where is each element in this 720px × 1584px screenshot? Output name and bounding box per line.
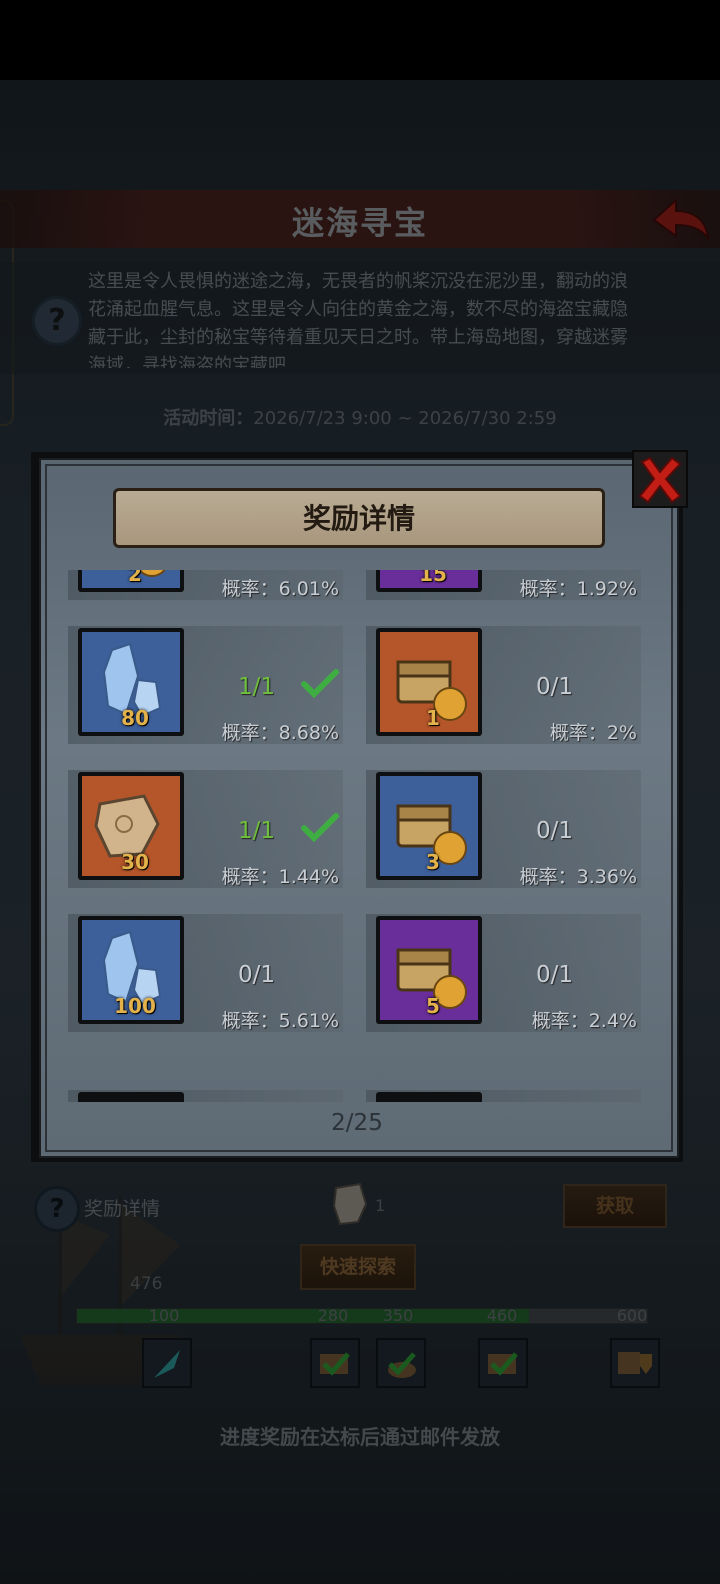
reward-progress: 0/1: [536, 962, 574, 988]
reward-icon-frame[interactable]: 30: [78, 772, 184, 880]
reward-icon-bg: 80: [82, 632, 180, 732]
reward-grid[interactable]: 20/1概率：6.01%150/1概率：1.92%801/1概率：8.68%10…: [60, 570, 650, 1102]
reward-rate: 概率：6.01%: [221, 578, 339, 600]
reward-icon-frame[interactable]: 80: [78, 628, 184, 736]
reward-rate: 概率：3.36%: [519, 866, 637, 888]
modal-title: 奖励详情: [302, 502, 415, 535]
reward-icon-bg: 15: [380, 570, 478, 588]
reward-count: 80: [121, 706, 149, 730]
page-indicator: 2/25: [331, 1110, 383, 1136]
reward-icon-frame: [376, 1092, 482, 1102]
reward-icon-bg: 3: [380, 776, 478, 876]
reward-card[interactable]: 100 0/1 概率：5.61%: [68, 914, 343, 1032]
reward-count: 2: [128, 570, 142, 586]
reward-card[interactable]: 3 0/1 概率：3.36%: [366, 770, 641, 888]
reward-card[interactable]: 20/1概率：6.01%: [68, 570, 343, 600]
reward-count: 3: [426, 850, 440, 874]
reward-rate: 概率：2.4%: [531, 1010, 637, 1032]
reward-icon-bg: 1: [380, 632, 478, 732]
reward-card-partial: [366, 1090, 641, 1102]
reward-icon-frame[interactable]: 15: [376, 570, 482, 592]
close-button[interactable]: [632, 450, 688, 508]
reward-icon-frame[interactable]: 100: [78, 916, 184, 1024]
reward-card[interactable]: 30 1/1 概率：1.44%: [68, 770, 343, 888]
reward-count: 5: [426, 994, 440, 1018]
reward-count: 30: [121, 850, 149, 874]
reward-progress: 1/1: [238, 674, 276, 700]
close-icon: [638, 456, 682, 504]
check-icon: [301, 669, 339, 699]
reward-icon-bg: 30: [82, 776, 180, 876]
reward-progress: 0/1: [536, 674, 574, 700]
reward-card-partial: [68, 1090, 343, 1102]
reward-card[interactable]: 1 0/1 概率：2%: [366, 626, 641, 744]
reward-rate: 概率：1.92%: [519, 578, 637, 600]
reward-card[interactable]: 5 0/1 概率：2.4%: [366, 914, 641, 1032]
reward-count: 100: [114, 994, 156, 1018]
reward-rate: 概率：8.68%: [221, 722, 339, 744]
reward-icon-bg: 100: [82, 920, 180, 1020]
reward-icon-bg: 5: [380, 920, 478, 1020]
reward-count: 1: [426, 706, 440, 730]
check-icon: [301, 813, 339, 843]
reward-icon-frame[interactable]: 3: [376, 772, 482, 880]
reward-card[interactable]: 80 1/1 概率：8.68%: [68, 626, 343, 744]
reward-icon-frame[interactable]: 1: [376, 628, 482, 736]
reward-rate: 概率：1.44%: [221, 866, 339, 888]
reward-icon-frame[interactable]: 2: [78, 570, 184, 592]
reward-rate: 概率：2%: [549, 722, 637, 744]
reward-icon-bg: 2: [82, 570, 180, 588]
reward-progress: 1/1: [238, 818, 276, 844]
reward-icon-frame: [78, 1092, 184, 1102]
reward-progress: 0/1: [536, 818, 574, 844]
reward-icon-frame[interactable]: 5: [376, 916, 482, 1024]
reward-card[interactable]: 150/1概率：1.92%: [366, 570, 641, 600]
reward-progress: 0/1: [238, 962, 276, 988]
status-bar-area: [0, 0, 720, 80]
reward-count: 15: [419, 570, 447, 586]
reward-rate: 概率：5.61%: [221, 1010, 339, 1032]
